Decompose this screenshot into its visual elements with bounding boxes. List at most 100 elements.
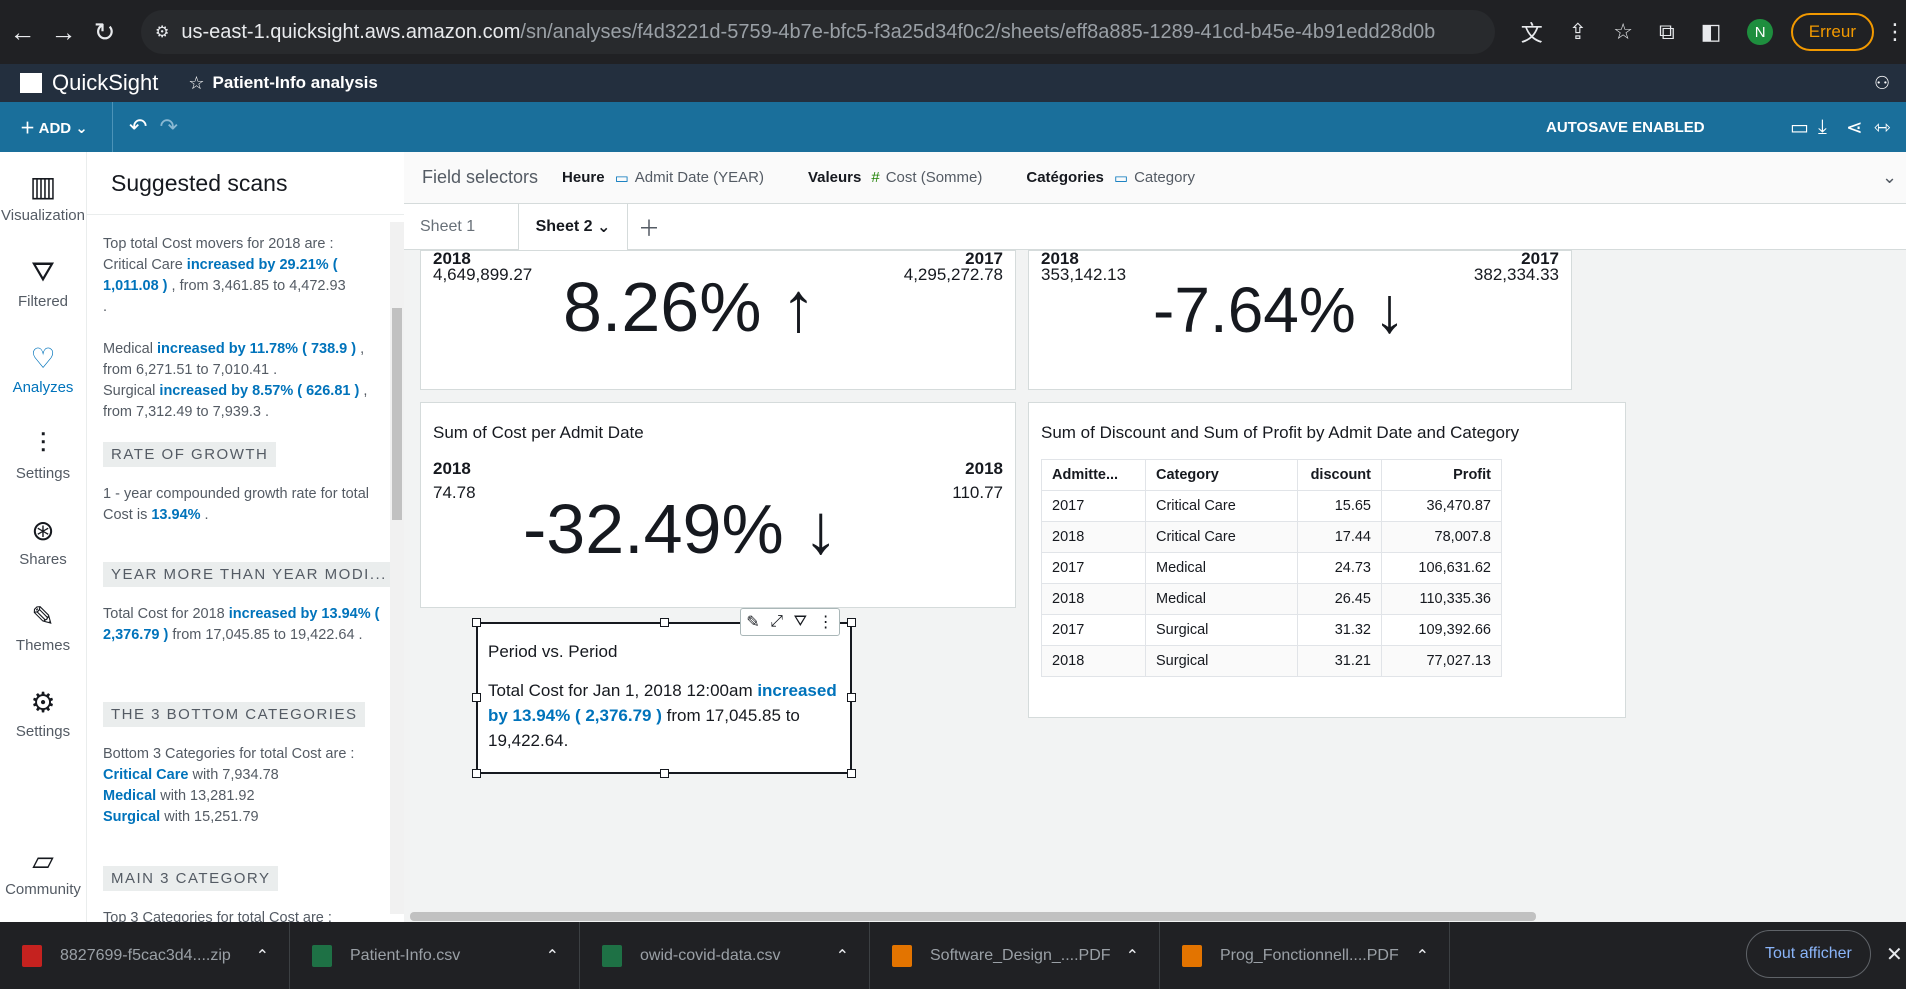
site-info-icon[interactable]: ⚙ bbox=[155, 22, 169, 42]
quicksight-logo-icon bbox=[20, 73, 42, 93]
kpi-card-discount[interactable]: 2018 353,142.13 2017 382,334.33 -7.64% ↓ bbox=[1028, 249, 1572, 390]
resize-handle[interactable] bbox=[847, 769, 856, 778]
chevron-up-icon[interactable]: ⌃ bbox=[256, 946, 269, 966]
nav-label: Community bbox=[5, 881, 81, 898]
kpi-card-cost[interactable]: 2018 4,649,899.27 2017 4,295,272.78 8.26… bbox=[420, 249, 1016, 390]
bookmark-star-icon[interactable]: ☆ bbox=[1613, 19, 1633, 45]
sliders-icon: ⫶ bbox=[39, 428, 47, 459]
download-item[interactable]: owid-covid-data.csv ⌃ bbox=[580, 922, 870, 989]
profile-avatar[interactable]: N bbox=[1747, 19, 1773, 45]
canvas-horizontal-scrollbar[interactable] bbox=[410, 912, 1536, 921]
table-card[interactable]: Sum of Discount and Sum of Profit by Adm… bbox=[1028, 402, 1626, 718]
kpi-right-value: 382,334.33 bbox=[1473, 265, 1559, 284]
arrow-up-icon: ↑ bbox=[780, 268, 816, 346]
address-bar[interactable]: ⚙ us-east-1.quicksight.aws.amazon.com/sn… bbox=[141, 10, 1495, 54]
save-icon[interactable]: ▭ bbox=[1790, 115, 1809, 140]
add-button[interactable]: ＋ ADD ⌄ bbox=[20, 117, 112, 138]
download-item[interactable]: 8827699-f5cac3d4....zip ⌃ bbox=[0, 922, 290, 989]
download-icon[interactable]: ⤓ bbox=[1818, 116, 1827, 139]
add-sheet-icon[interactable]: ＋ bbox=[638, 204, 660, 250]
filter-icon[interactable]: ⛛ bbox=[794, 613, 807, 631]
column-header[interactable]: Admitte... bbox=[1041, 459, 1146, 491]
column-header[interactable]: Category bbox=[1145, 459, 1298, 491]
more-options-icon[interactable]: ⋮ bbox=[818, 612, 834, 632]
browser-menu-icon[interactable]: ⋮ bbox=[1884, 19, 1906, 45]
table-row: 2017 Critical Care 15.65 36,470.87 bbox=[1041, 490, 1502, 522]
kpi-card-cost-per-admit[interactable]: Sum of Cost per Admit Date 2018 74.78 20… bbox=[420, 402, 1016, 608]
resize-handle[interactable] bbox=[472, 769, 481, 778]
scan-text: Bottom 3 Categories for total Cost are : bbox=[103, 746, 355, 762]
categories-field[interactable]: Category bbox=[1134, 169, 1195, 186]
heure-field[interactable]: Admit Date (YEAR) bbox=[635, 169, 764, 186]
favorite-star-icon[interactable]: ☆ bbox=[188, 73, 204, 94]
table-cell: 109,392.66 bbox=[1381, 614, 1502, 646]
table-cell: 31.32 bbox=[1297, 614, 1382, 646]
table-cell: 31.21 bbox=[1297, 645, 1382, 677]
collapse-chevron-icon[interactable]: ⌄ bbox=[1882, 167, 1897, 188]
analysis-title[interactable]: Patient-Info analysis bbox=[213, 73, 378, 93]
translate-icon[interactable]: 文 bbox=[1521, 16, 1543, 48]
side-panel-icon[interactable]: ◧ bbox=[1701, 19, 1722, 45]
valeurs-field[interactable]: Cost (Somme) bbox=[886, 169, 983, 186]
nav-visualization[interactable]: ▥ Visualization bbox=[0, 170, 86, 224]
resize-handle[interactable] bbox=[472, 618, 481, 627]
nav-shares[interactable]: ⊛ Shares bbox=[0, 514, 86, 568]
scan-heading[interactable]: MAIN 3 CATEGORY bbox=[103, 866, 279, 891]
chevron-up-icon[interactable]: ⌃ bbox=[836, 946, 849, 966]
period-vs-period-card[interactable]: Period vs. Period Total Cost for Jan 1, … bbox=[476, 622, 852, 774]
nav-analyzes[interactable]: ♡ Analyzes bbox=[0, 342, 86, 396]
nav-community[interactable]: ▱ Community bbox=[0, 844, 86, 898]
extensions-icon[interactable]: ⧉ bbox=[1659, 19, 1675, 45]
expand-icon[interactable]: ⤢ bbox=[770, 613, 783, 631]
tab-sheet-1[interactable]: Sheet 1 bbox=[420, 204, 475, 250]
resize-handle[interactable] bbox=[472, 693, 481, 702]
table-cell: Critical Care bbox=[1145, 521, 1298, 553]
chevron-up-icon[interactable]: ⌃ bbox=[1416, 946, 1429, 966]
redo-icon[interactable]: ↷ bbox=[159, 114, 177, 140]
scan-text: . bbox=[200, 507, 209, 523]
scan-text: Surgical bbox=[103, 383, 160, 399]
nav-settings-2[interactable]: ⚙ Settings bbox=[0, 686, 86, 740]
resize-handle[interactable] bbox=[660, 618, 669, 627]
edit-pencil-icon[interactable]: ✎ bbox=[746, 612, 759, 632]
reload-icon[interactable]: ↻ bbox=[86, 13, 123, 51]
undo-icon[interactable]: ↶ bbox=[129, 114, 147, 140]
close-icon[interactable]: ✕ bbox=[1886, 942, 1903, 967]
show-all-button[interactable]: Tout afficher bbox=[1746, 930, 1871, 978]
visual-toolbar: ✎ ⤢ ⛛ ⋮ bbox=[740, 608, 840, 636]
error-button[interactable]: Erreur bbox=[1790, 13, 1874, 51]
pivot-table: Admitte... Category discount Profit 2017… bbox=[1041, 459, 1502, 677]
download-item[interactable]: Patient-Info.csv ⌃ bbox=[290, 922, 580, 989]
nav-filtered[interactable]: ⛛ Filtered bbox=[0, 256, 86, 310]
table-cell: 2017 bbox=[1041, 552, 1146, 584]
expand-icon[interactable]: ⇿ bbox=[1874, 115, 1891, 140]
tab-chevron-icon[interactable]: ⌄ bbox=[597, 217, 610, 237]
chevron-up-icon[interactable]: ⌃ bbox=[546, 946, 559, 966]
scan-heading[interactable]: RATE OF GROWTH bbox=[103, 442, 277, 467]
download-item[interactable]: Software_Design_....PDF ⌃ bbox=[870, 922, 1160, 989]
scan-heading[interactable]: THE 3 BOTTOM CATEGORIES bbox=[103, 702, 366, 727]
nav-themes[interactable]: ✎ Themes bbox=[0, 600, 86, 654]
table-cell: 2018 bbox=[1041, 583, 1146, 615]
app-title[interactable]: QuickSight bbox=[52, 70, 158, 96]
column-header[interactable]: Profit bbox=[1381, 459, 1502, 491]
scan-heading[interactable]: YEAR MORE THAN YEAR MODI... bbox=[103, 562, 395, 587]
calendar-icon: ▭ bbox=[614, 169, 629, 187]
user-icon[interactable]: ⚇ bbox=[1874, 73, 1890, 94]
back-icon[interactable]: ← bbox=[4, 13, 41, 51]
brush-icon: ✎ bbox=[31, 601, 55, 632]
download-item[interactable]: Prog_Fonctionnell....PDF ⌃ bbox=[1160, 922, 1450, 989]
nav-settings[interactable]: ⫶ Settings bbox=[0, 428, 86, 482]
column-header[interactable]: discount bbox=[1297, 459, 1382, 491]
forward-icon[interactable]: → bbox=[45, 13, 82, 51]
panel-scroll-thumb[interactable] bbox=[392, 308, 402, 520]
resize-handle[interactable] bbox=[847, 618, 856, 627]
zip-file-icon bbox=[22, 944, 42, 967]
tab-sheet-2[interactable]: Sheet 2 ⌄ bbox=[518, 204, 628, 250]
resize-handle[interactable] bbox=[660, 769, 669, 778]
arrow-down-icon: ↓ bbox=[1373, 274, 1406, 346]
chevron-up-icon[interactable]: ⌃ bbox=[1126, 946, 1139, 966]
share-icon[interactable]: ⋖ bbox=[1846, 115, 1863, 140]
resize-handle[interactable] bbox=[847, 693, 856, 702]
share-page-icon[interactable]: ⇪ bbox=[1569, 19, 1587, 45]
